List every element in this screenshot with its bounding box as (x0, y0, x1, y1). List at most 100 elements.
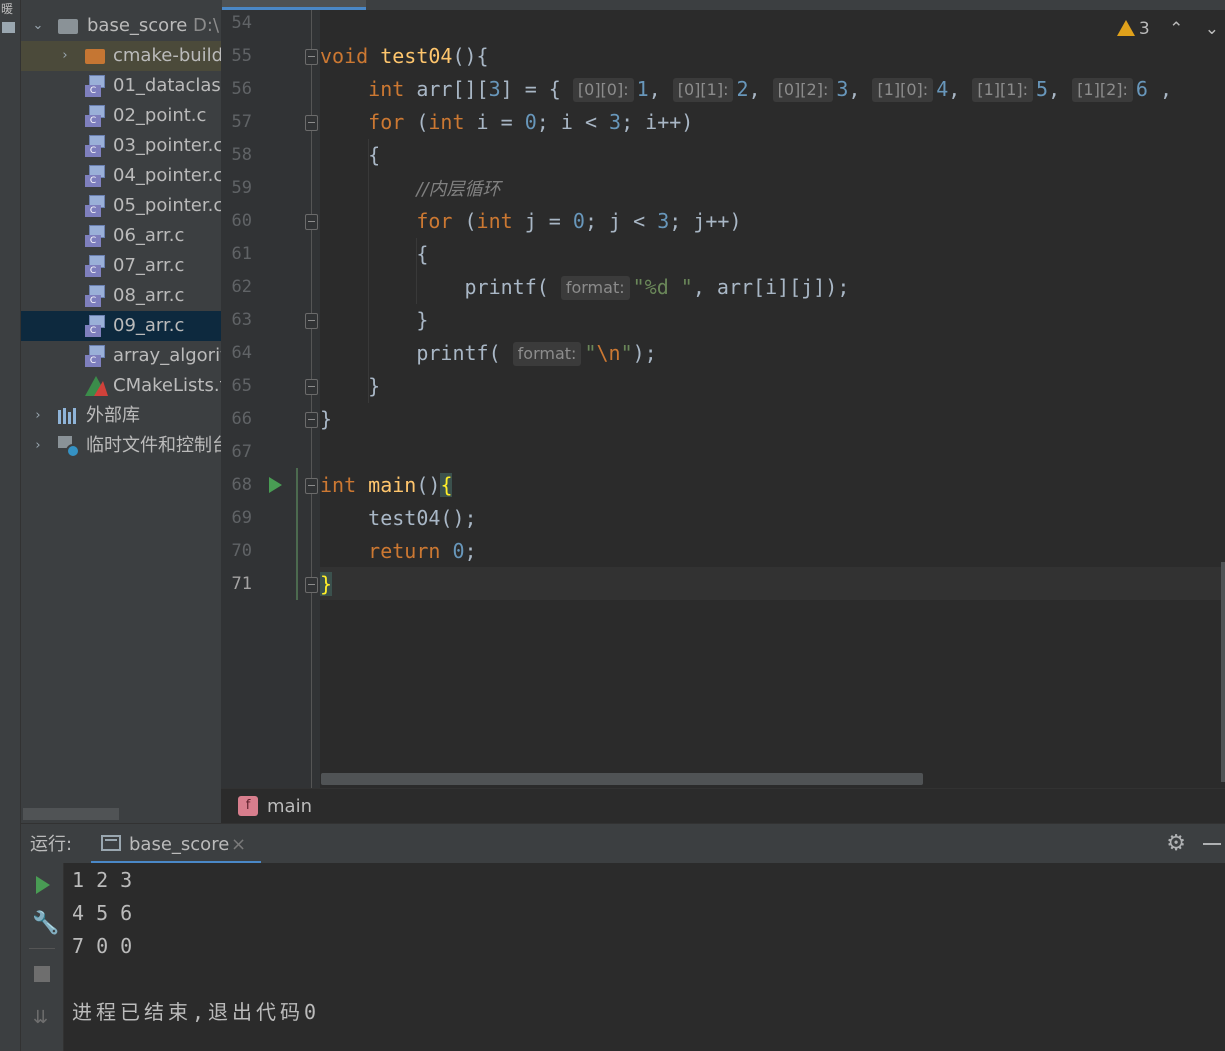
console-icon (101, 835, 121, 851)
line-number: 66 (231, 409, 252, 429)
tree-item-label: 07_arr.c (113, 255, 185, 276)
scroll-to-end-icon[interactable]: ⇊ (33, 1009, 48, 1027)
code-line: } (320, 374, 381, 398)
fold-icon[interactable] (305, 49, 318, 65)
editor-horizontal-scrollbar[interactable] (321, 773, 923, 785)
inspection-widget[interactable]: 3 ⌃ ⌄ (1116, 18, 1219, 42)
tree-item-file[interactable]: C 03_pointer.c (21, 131, 221, 161)
stop-icon[interactable] (34, 966, 50, 982)
code-line: printf( format: "\n"); (320, 341, 657, 366)
folder-icon[interactable] (2, 22, 15, 33)
inlay-hint: [0][1]: (672, 78, 734, 102)
tree-item-scratches[interactable]: › 临时文件和控制台 (21, 431, 221, 461)
tree-item-label: 06_arr.c (113, 225, 185, 246)
tree-item-file-selected[interactable]: C 09_arr.c (21, 311, 221, 341)
inlay-hint: [1][0]: (872, 78, 934, 102)
line-number: 61 (231, 244, 252, 264)
code-line: } (320, 407, 333, 431)
fold-icon[interactable] (305, 478, 318, 494)
code-line: for (int j = 0; j < 3; j++) (416, 209, 742, 233)
tree-item-file[interactable]: C 07_arr.c (21, 251, 221, 281)
inlay-hint: [0][2]: (772, 78, 834, 102)
tree-item-file[interactable]: C 05_pointer.c (21, 191, 221, 221)
tree-item-file[interactable]: C array_algorit (21, 341, 221, 371)
c-file-icon: C (85, 75, 105, 97)
c-file-icon: C (85, 255, 105, 277)
console-line: 7 0 0 (72, 934, 133, 958)
c-file-icon: C (85, 225, 105, 247)
tree-item-file[interactable]: C 06_arr.c (21, 221, 221, 251)
code-line: test04(); (320, 506, 477, 530)
line-number: 67 (231, 442, 252, 462)
code-line: } (320, 572, 333, 596)
tree-item-label: array_algorit (113, 345, 221, 366)
line-number: 62 (231, 277, 252, 297)
line-number: 57 (231, 112, 252, 132)
tree-item-cmakelists[interactable]: CMakeLists.t (21, 371, 221, 401)
run-gutter-icon[interactable] (269, 477, 282, 493)
tree-item-label: cmake-build (113, 45, 221, 66)
breadcrumb-item-main[interactable]: main (267, 789, 312, 824)
editor-tab-strip (221, 0, 1225, 10)
chevron-right-icon[interactable]: › (58, 41, 72, 71)
tree-item-file[interactable]: C 04_pointer.c (21, 161, 221, 191)
toolbar-divider (29, 948, 55, 949)
chevron-down-icon[interactable]: ⌄ (1205, 19, 1219, 39)
run-panel-header: 运行: base_score × ⚙ (21, 823, 1225, 864)
code-line: int arr[][3] = { [0][0]: 1, [0][1]: 2, [0]… (368, 77, 1173, 102)
run-tab-base-score[interactable]: base_score × (91, 824, 261, 864)
chevron-down-icon[interactable]: ⌄ (31, 11, 45, 41)
code-editor[interactable]: 54 55 56 57 58 59 60 61 62 63 64 65 66 6… (221, 0, 1225, 788)
strip-label[interactable]: 暖 (1, 0, 13, 17)
run-tab-label: base_score (129, 834, 230, 855)
editor-vertical-scrollbar[interactable] (1221, 562, 1225, 782)
c-file-icon: C (85, 285, 105, 307)
tree-item-label: 01_dataclass (113, 75, 221, 96)
fold-icon[interactable] (305, 313, 318, 329)
tree-item-cmake-build[interactable]: › cmake-build (21, 41, 221, 71)
close-icon[interactable]: × (231, 824, 246, 866)
tree-item-file[interactable]: C 08_arr.c (21, 281, 221, 311)
tree-item-label: CMakeLists.t (113, 375, 221, 396)
c-file-icon: C (85, 195, 105, 217)
inlay-hint: [1][2]: (1072, 78, 1133, 102)
code-line: return 0; (368, 539, 477, 563)
fold-icon[interactable] (305, 577, 318, 593)
tree-item-external-libraries[interactable]: › 外部库 (21, 401, 221, 431)
console-output[interactable]: 1 2 3 4 5 6 7 0 0 进程已结束,退出代码0 (64, 863, 1225, 1051)
gear-icon[interactable]: ⚙ (1166, 833, 1186, 855)
tree-root[interactable]: ⌄ base_score D:\ (21, 11, 221, 41)
inlay-hint: [0][0]: (572, 78, 634, 102)
project-horizontal-scrollbar[interactable] (23, 808, 119, 820)
code-line: } (320, 308, 429, 332)
fold-icon[interactable] (305, 115, 318, 131)
chevron-up-icon[interactable]: ⌃ (1169, 19, 1183, 39)
cmake-icon (85, 376, 108, 396)
vcs-change-marker (296, 468, 298, 600)
tree-item-file[interactable]: C 02_point.c (21, 101, 221, 131)
function-icon: f (238, 796, 258, 816)
wrench-icon[interactable]: 🔧 (32, 911, 59, 936)
tree-item-file[interactable]: C 01_dataclass (21, 71, 221, 101)
fold-icon[interactable] (305, 214, 318, 230)
run-panel-title: 运行: (30, 834, 73, 855)
line-number: 71 (231, 574, 252, 594)
code-line: //内层循环 (320, 172, 500, 205)
tree-item-label: 09_arr.c (113, 315, 185, 336)
line-number: 70 (231, 541, 252, 561)
library-icon (58, 408, 80, 424)
inlay-hint: format: (512, 342, 582, 366)
line-number: 54 (231, 13, 252, 33)
tree-item-label: 05_pointer.c (113, 195, 221, 216)
line-number: 69 (231, 508, 252, 528)
fold-icon[interactable] (305, 412, 318, 428)
chevron-right-icon[interactable]: › (31, 401, 45, 431)
chevron-right-icon[interactable]: › (31, 431, 45, 461)
line-number: 59 (231, 178, 252, 198)
fold-icon[interactable] (305, 379, 318, 395)
breadcrumb: f main (221, 788, 1225, 823)
project-tree: ⌄ base_score D:\ › cmake-build C 01_data… (21, 0, 221, 823)
rerun-icon[interactable] (36, 876, 50, 894)
minimize-icon[interactable] (1203, 843, 1221, 845)
tree-item-label: 03_pointer.c (113, 135, 221, 156)
